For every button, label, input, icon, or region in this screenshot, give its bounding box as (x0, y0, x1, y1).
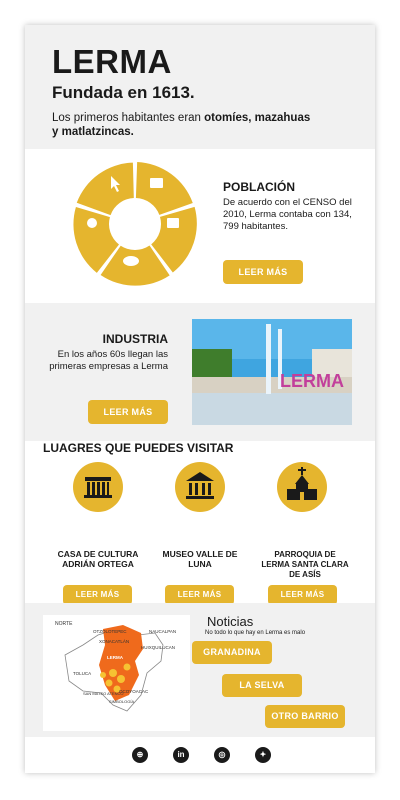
lugares-heading: LUAGRES QUE PUEDES VISITAR (43, 441, 234, 455)
map-label-san-mateo: SAN MATEO ATENCO (83, 691, 124, 696)
bag-icon (167, 218, 179, 228)
map-label-naucalpan: NAUCALPAN (149, 629, 176, 634)
lugares-section: LUAGRES QUE PUEDES VISITAR CASA DE CULTU… (25, 441, 375, 605)
globe-icon[interactable]: ⊕ (132, 747, 148, 763)
population-ring-icon (73, 162, 197, 286)
municipality-map: NORTE OTZOLOTEPEC XONACATLÁN LERMA NAUCA… (43, 615, 190, 731)
noticias-subheading: No todo lo que hay en Lerma es malo (205, 630, 306, 636)
industria-heading: INDUSTRIA (102, 332, 168, 346)
news-otro-barrio-button[interactable]: OTRO BARRIO (265, 705, 345, 728)
plaza-sign: LERMA (280, 371, 344, 391)
poblacion-section: POBLACIÓN De acuerdo con el CENSO del 20… (25, 149, 375, 303)
place-name-3: PARROQUIA DE LERMA SANTA CLARA DE ASÍS (261, 550, 349, 579)
page-card: LERMA Fundada en 1613. Los primeros habi… (25, 25, 375, 773)
map-label-otzolotepec: OTZOLOTEPEC (93, 629, 127, 634)
map-label-xonacatlan: XONACATLÁN (99, 638, 129, 644)
map-label-toluca: TOLUCA (73, 671, 91, 676)
place-name-1: CASA DE CULTURA ADRIÁN ORTEGA (57, 549, 139, 569)
piggy-bank-icon (123, 256, 139, 266)
industria-section: INDUSTRIA En los años 60s llegan las pri… (25, 303, 375, 441)
header-section: LERMA Fundada en 1613. Los primeros habi… (25, 25, 375, 149)
folder-icon (150, 178, 163, 188)
map-label-norte: NORTE (55, 621, 73, 627)
money-bag-icon (87, 218, 97, 228)
museum-icon (175, 462, 225, 512)
place-2-read-more-button[interactable]: LEER MÁS (165, 585, 234, 605)
twitter-icon[interactable]: ✦ (255, 747, 271, 763)
noticias-heading: Noticias (207, 614, 254, 629)
poblacion-read-more-button[interactable]: LEER MÁS (223, 260, 303, 284)
place-1-read-more-button[interactable]: LEER MÁS (63, 585, 132, 605)
news-granadina-button[interactable]: GRANADINA (192, 641, 272, 664)
page-subtitle: Fundada en 1613. (52, 83, 195, 102)
church-icon (277, 462, 327, 512)
intro-text: Los primeros habitantes eran otomíes, ma… (52, 111, 312, 139)
place-3-read-more-button[interactable]: LEER MÁS (268, 585, 337, 605)
poblacion-text: De acuerdo con el CENSO del 2010, Lerma … (223, 197, 352, 232)
page-title: LERMA (52, 43, 172, 80)
industria-text: En los años 60s llegan las primeras empr… (49, 349, 168, 372)
map-label-ocoyoacac: OCOYOACAC (119, 689, 149, 694)
map-label-simbologia: SIMBOLOGÍA (109, 699, 134, 704)
intro-prefix: Los primeros habitantes eran (52, 112, 205, 124)
map-label-lerma: LERMA (107, 655, 124, 660)
instagram-icon[interactable]: ◎ (214, 747, 230, 763)
map-label-huixquilucan: HUIXQUILUCAN (141, 645, 175, 650)
cultural-house-icon (73, 462, 123, 512)
footer-section: ⊕ in ◎ ✦ (25, 737, 375, 773)
noticias-section: NORTE OTZOLOTEPEC XONACATLÁN LERMA NAUCA… (25, 603, 375, 737)
industria-read-more-button[interactable]: LEER MÁS (88, 400, 168, 424)
plaza-photo: LERMA (192, 319, 352, 425)
news-la-selva-button[interactable]: LA SELVA (222, 674, 302, 697)
place-name-2: MUSEO VALLE DE LUNA (162, 549, 238, 569)
linkedin-icon[interactable]: in (173, 747, 189, 763)
poblacion-heading: POBLACIÓN (223, 180, 295, 194)
